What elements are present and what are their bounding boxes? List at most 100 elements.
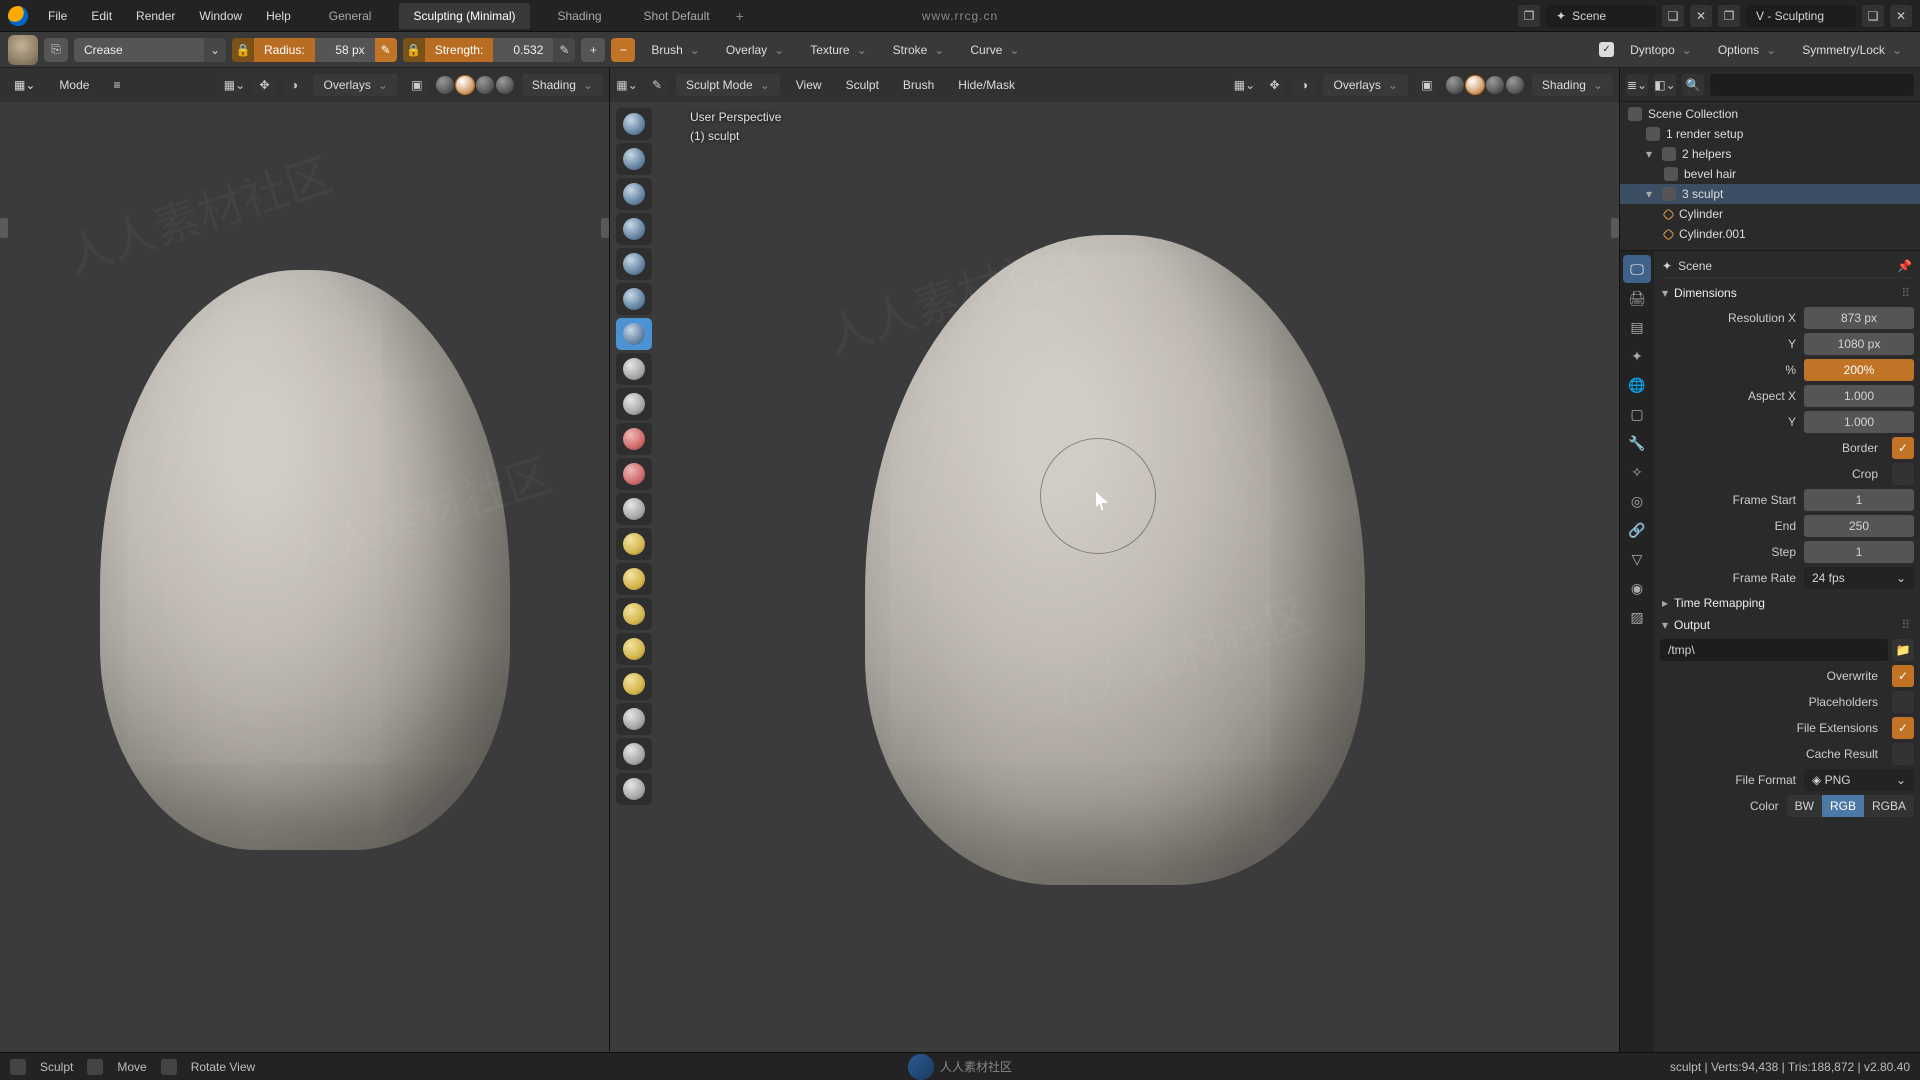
mesh-properties-tab[interactable]: ▽	[1623, 545, 1651, 573]
outliner-item[interactable]: bevel hair	[1620, 164, 1920, 184]
brush-unlink-icon[interactable]: ⎘	[44, 38, 68, 62]
physics-properties-tab[interactable]: ◎	[1623, 487, 1651, 515]
overlay-dropdown[interactable]: Overlay	[716, 39, 794, 61]
color-rgba-button[interactable]: RGBA	[1864, 795, 1914, 817]
brush-name-field[interactable]: Crease ⌄	[74, 38, 226, 62]
npanel-handle-right[interactable]	[1611, 218, 1619, 238]
object-properties-tab[interactable]: ▢	[1623, 400, 1651, 428]
tool-grab[interactable]	[616, 528, 652, 560]
editor-type-icon[interactable]: ▦⌄	[6, 74, 43, 96]
options-dropdown[interactable]: Options	[1708, 39, 1786, 61]
time-remapping-header[interactable]: ▸Time Remapping	[1660, 592, 1914, 614]
tool-scrape[interactable]	[616, 458, 652, 490]
outliner-item[interactable]: Cylinder	[1620, 204, 1920, 224]
workspace-add-button[interactable]: +	[728, 4, 752, 28]
scene-name-field[interactable]: ✦ Scene	[1546, 5, 1656, 27]
particle-properties-tab[interactable]: ✧	[1623, 458, 1651, 486]
file-format-dropdown[interactable]: ◈ PNG⌄	[1804, 769, 1914, 791]
outliner-search-input[interactable]	[1710, 74, 1914, 96]
viewlayer-delete-icon[interactable]: ✕	[1890, 5, 1912, 27]
menu-help[interactable]: Help	[256, 5, 301, 27]
lookdev-shading-icon[interactable]	[1486, 76, 1504, 94]
overlay-toggle-icon[interactable]: ◑	[1293, 74, 1315, 96]
material-properties-tab[interactable]: ◉	[1623, 574, 1651, 602]
overlays-dropdown-right[interactable]: Overlays	[1323, 74, 1407, 96]
workspace-tab-shading[interactable]: Shading	[544, 3, 616, 29]
overwrite-checkbox[interactable]: ✓	[1892, 665, 1914, 687]
search-icon[interactable]: 🔍	[1682, 74, 1704, 96]
radius-pressure-icon[interactable]: ✎	[375, 38, 397, 62]
npanel-handle-left[interactable]	[0, 218, 8, 238]
xray-icon[interactable]: ▣	[1416, 74, 1438, 96]
texture-properties-tab[interactable]: ▨	[1623, 603, 1651, 631]
radius-value[interactable]: 58 px	[315, 38, 375, 62]
res-y-field[interactable]: 1080 px	[1804, 333, 1914, 355]
constraint-properties-tab[interactable]: 🔗	[1623, 516, 1651, 544]
outliner-item-active[interactable]: ▾3 sculpt	[1620, 184, 1920, 204]
tpanel-handle-left[interactable]	[601, 218, 609, 238]
tool-clay-strips[interactable]	[616, 178, 652, 210]
tool-smooth[interactable]	[616, 353, 652, 385]
tool-thumb[interactable]	[616, 598, 652, 630]
gizmo-icon[interactable]: ✥	[253, 74, 275, 96]
viewlayer-name-field[interactable]: V - Sculpting	[1746, 5, 1856, 27]
outliner-display-mode-icon[interactable]: ◧⌄	[1654, 74, 1676, 96]
cache-checkbox[interactable]: ✓	[1892, 743, 1914, 765]
menu-window[interactable]: Window	[189, 5, 252, 27]
strength-pressure-icon[interactable]: ✎	[553, 38, 575, 62]
frame-start-field[interactable]: 1	[1804, 489, 1914, 511]
viewlayer-new-icon[interactable]: ❏	[1862, 5, 1884, 27]
workspace-tab-shot-default[interactable]: Shot Default	[630, 3, 724, 29]
direction-subtract-button[interactable]: −	[611, 38, 635, 62]
editor-type-icon[interactable]: ▦⌄	[616, 74, 638, 96]
tool-layer[interactable]	[616, 213, 652, 245]
solid-shading-icon[interactable]	[456, 76, 474, 94]
selectability-icon[interactable]: ▦⌄	[223, 74, 245, 96]
hidemask-menu[interactable]: Hide/Mask	[950, 74, 1023, 96]
tool-pinch[interactable]	[616, 493, 652, 525]
tool-rotate[interactable]	[616, 668, 652, 700]
shading-dropdown-left[interactable]: Shading	[522, 74, 603, 96]
tool-blob[interactable]	[616, 283, 652, 315]
tool-clay[interactable]	[616, 143, 652, 175]
outliner-scene-collection[interactable]: Scene Collection	[1620, 104, 1920, 124]
folder-browse-icon[interactable]: 📁	[1892, 639, 1914, 661]
tool-flatten[interactable]	[616, 388, 652, 420]
border-checkbox[interactable]: ✓	[1892, 437, 1914, 459]
pin-icon[interactable]: 📌	[1897, 259, 1912, 273]
scene-new-icon[interactable]: ❏	[1662, 5, 1684, 27]
viewport-right-canvas[interactable]	[610, 68, 1619, 1052]
tool-fill[interactable]	[616, 423, 652, 455]
mode-icon[interactable]: ✎	[646, 74, 668, 96]
lookdev-shading-icon[interactable]	[476, 76, 494, 94]
stroke-dropdown[interactable]: Stroke	[883, 39, 955, 61]
output-panel-header[interactable]: ▾Output⠿	[1660, 614, 1914, 636]
brush-preview-icon[interactable]	[8, 35, 38, 65]
disclosure-icon[interactable]: ▾	[1646, 147, 1656, 161]
wireframe-shading-icon[interactable]	[436, 76, 454, 94]
menu-edit[interactable]: Edit	[81, 5, 122, 27]
selectability-icon[interactable]: ▦⌄	[1233, 74, 1255, 96]
sculpt-menu[interactable]: Sculpt	[838, 74, 887, 96]
brush-menu[interactable]: Brush	[895, 74, 942, 96]
dyntopo-checkbox[interactable]: ✓	[1599, 42, 1614, 57]
outliner-editor-type-icon[interactable]: ≣⌄	[1626, 74, 1648, 96]
solid-shading-icon[interactable]	[1466, 76, 1484, 94]
direction-add-button[interactable]: +	[581, 38, 605, 62]
strength-lock-icon[interactable]: 🔒	[403, 38, 425, 62]
frame-end-field[interactable]: 250	[1804, 515, 1914, 537]
tool-inflate[interactable]	[616, 248, 652, 280]
menu-file[interactable]: File	[38, 5, 77, 27]
disclosure-icon[interactable]: ▾	[1646, 187, 1656, 201]
texture-dropdown[interactable]: Texture	[800, 39, 876, 61]
mode-dropdown[interactable]: Sculpt Mode	[676, 74, 780, 96]
workspace-tab-general[interactable]: General	[315, 3, 386, 29]
viewport-left[interactable]: ▦⌄ Mode ≡ ▦⌄ ✥ ◑ Overlays ▣ Shading	[0, 68, 610, 1052]
header-menu-toggle-icon[interactable]: ≡	[105, 74, 128, 96]
dimensions-panel-header[interactable]: ▾Dimensions⠿	[1660, 282, 1914, 304]
rendered-shading-icon[interactable]	[496, 76, 514, 94]
aspect-y-field[interactable]: 1.000	[1804, 411, 1914, 433]
curve-dropdown[interactable]: Curve	[960, 39, 1029, 61]
overlay-toggle-icon[interactable]: ◑	[283, 74, 305, 96]
outliner-item[interactable]: ▾2 helpers	[1620, 144, 1920, 164]
